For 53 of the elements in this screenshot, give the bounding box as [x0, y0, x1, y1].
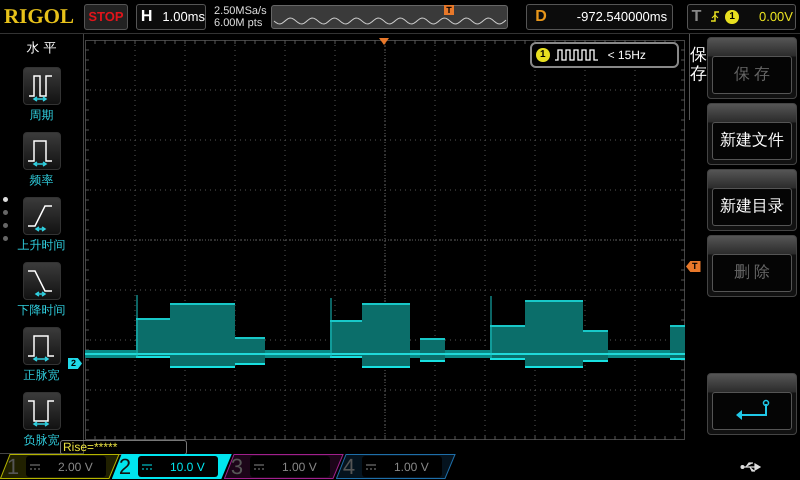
channel-number: 1	[6, 454, 20, 479]
dc-coupling-icon	[142, 464, 152, 470]
dc-coupling-icon	[366, 464, 376, 470]
trigger-level-marker: T	[686, 261, 700, 272]
menu-title: 水 平	[26, 39, 56, 57]
channel-tab[interactable]: 3 1.00 V	[224, 454, 344, 479]
counter-reading: < 15Hz	[608, 47, 646, 64]
trigger-level-value: 0.00V	[758, 8, 793, 26]
timebase-value: 1.00ms	[161, 8, 206, 26]
falling-edge-icon	[22, 262, 60, 300]
channel-number: 2	[118, 454, 132, 479]
delay-label: D	[534, 6, 548, 26]
trigger-label: T	[690, 6, 702, 26]
dc-coupling-icon	[30, 464, 40, 470]
measure-menu-button[interactable]: 下降时间	[6, 256, 78, 322]
sample-rate-text: 2.50MSa/s	[214, 4, 268, 16]
trigger-field[interactable]: T 1 0.00V	[686, 4, 796, 30]
delay-value: -972.540000ms	[576, 8, 668, 26]
channel-tab[interactable]: 4 1.00 V	[336, 454, 456, 479]
square-pulse-icon	[22, 132, 60, 170]
channel-scale: 1.00 V	[394, 458, 429, 476]
trigger-source-badge: 1	[725, 10, 739, 24]
channel-number: 4	[342, 454, 356, 479]
softkey-button[interactable]: 新建目录	[707, 169, 797, 231]
timebase-label: H	[140, 6, 154, 26]
channel-scale: 1.00 V	[282, 458, 317, 476]
counter-source-badge: 1	[536, 48, 550, 62]
square-wave-icon	[22, 66, 60, 104]
softkey-button[interactable]: 新建文件	[707, 103, 797, 165]
channel-number: 3	[230, 454, 244, 479]
dc-coupling-icon	[254, 464, 264, 470]
channel-scale: 10.0 V	[170, 458, 205, 476]
square-wave-icon	[554, 48, 600, 62]
channel-tab[interactable]: 1 2.00 V	[0, 454, 120, 479]
measure-menu-button[interactable]: 周期	[6, 62, 78, 126]
channel-marker: 2	[68, 358, 82, 369]
channel-tab[interactable]: 2 10.0 V	[112, 454, 232, 479]
timebase-field[interactable]: H 1.00ms	[136, 4, 206, 30]
rising-edge-icon	[709, 9, 722, 24]
menu-title: 保存	[689, 34, 706, 120]
measure-menu-button[interactable]: 上升时间	[6, 192, 78, 256]
memory-depth-text: 6.00M pts	[214, 16, 264, 28]
delay-field[interactable]: D -972.540000ms	[526, 4, 673, 30]
channel-scale: 2.00 V	[58, 458, 93, 476]
brand-logo: RIGOL	[4, 2, 76, 30]
measure-menu-button[interactable]: 频率	[6, 126, 78, 192]
rising-edge-icon	[22, 196, 60, 234]
trigger-position-icon	[379, 38, 389, 45]
negative-pulse-icon	[22, 392, 60, 430]
trigger-position-marker: T	[444, 4, 454, 14]
usb-icon	[740, 460, 762, 474]
positive-pulse-icon	[22, 326, 60, 364]
back-button[interactable]	[707, 373, 797, 435]
